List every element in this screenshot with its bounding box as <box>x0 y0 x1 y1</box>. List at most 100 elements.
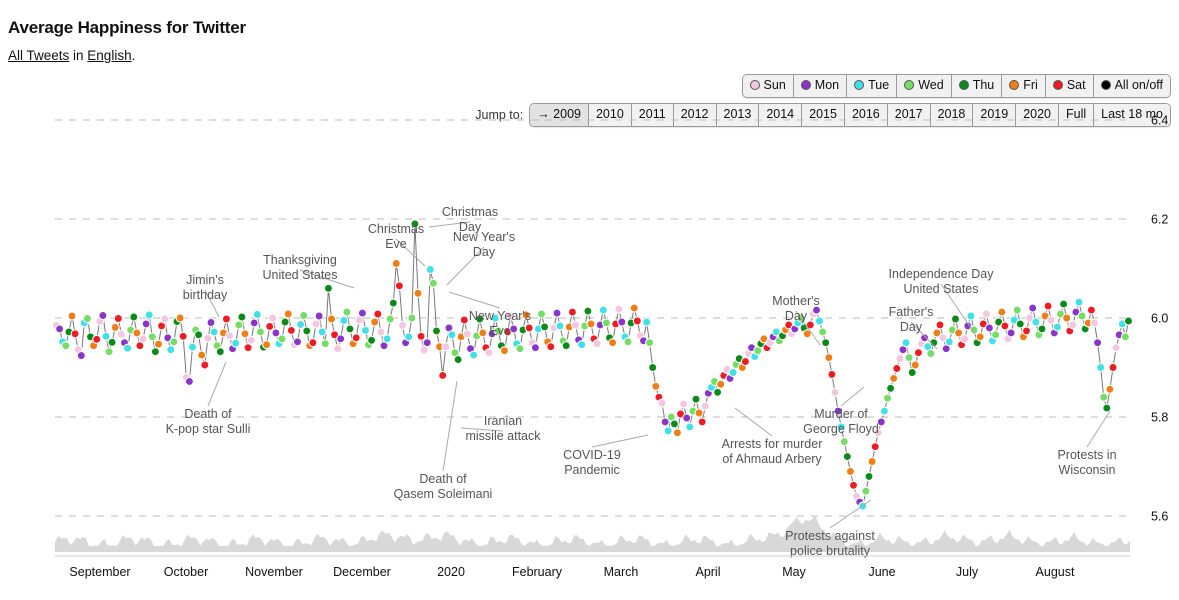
data-point[interactable] <box>614 304 624 314</box>
data-point[interactable] <box>382 334 392 344</box>
data-point[interactable] <box>280 317 290 327</box>
data-point[interactable] <box>540 322 550 332</box>
data-point[interactable] <box>255 327 265 337</box>
data-point[interactable] <box>1028 303 1038 313</box>
data-point[interactable] <box>221 314 231 324</box>
data-point[interactable] <box>926 349 936 359</box>
data-point[interactable] <box>960 334 970 344</box>
data-point[interactable] <box>648 362 658 373</box>
data-point[interactable] <box>234 320 244 330</box>
data-point[interactable] <box>842 452 852 462</box>
data-point[interactable] <box>570 320 581 330</box>
data-point[interactable] <box>277 334 287 344</box>
data-point[interactable] <box>913 348 923 358</box>
data-point[interactable] <box>144 310 154 320</box>
data-point[interactable] <box>153 339 164 349</box>
data-point[interactable] <box>240 329 250 339</box>
data-point[interactable] <box>224 331 235 341</box>
data-point[interactable] <box>1108 362 1118 373</box>
data-point[interactable] <box>1006 328 1016 338</box>
data-point[interactable] <box>166 345 176 355</box>
data-point[interactable] <box>608 338 618 348</box>
data-point[interactable] <box>138 334 148 344</box>
data-point[interactable] <box>265 321 275 331</box>
data-point[interactable] <box>262 340 272 350</box>
data-point[interactable] <box>657 398 667 408</box>
data-point[interactable] <box>92 334 102 344</box>
data-point[interactable] <box>577 340 587 350</box>
data-point[interactable] <box>178 331 188 341</box>
data-point[interactable] <box>509 324 519 334</box>
data-point[interactable] <box>672 428 682 438</box>
data-point[interactable] <box>586 319 596 329</box>
data-point[interactable] <box>669 419 679 429</box>
data-point[interactable] <box>376 327 386 337</box>
data-point[interactable] <box>249 318 259 328</box>
data-point[interactable] <box>991 330 1001 340</box>
data-point[interactable] <box>1046 315 1056 325</box>
data-point[interactable] <box>252 309 262 320</box>
data-point[interactable] <box>583 306 593 316</box>
data-point[interactable] <box>200 360 210 370</box>
data-point[interactable] <box>561 341 571 351</box>
data-point[interactable] <box>231 338 241 348</box>
data-point[interactable] <box>404 332 414 342</box>
data-point[interactable] <box>1012 305 1022 315</box>
data-point[interactable] <box>116 329 126 339</box>
data-point[interactable] <box>1074 297 1084 307</box>
data-point[interactable] <box>879 406 889 416</box>
data-point[interactable] <box>413 288 423 298</box>
data-point[interactable] <box>388 298 398 308</box>
data-point[interactable] <box>1089 318 1100 328</box>
data-point[interactable] <box>422 338 432 348</box>
data-point[interactable] <box>76 351 86 361</box>
data-point[interactable] <box>98 310 108 321</box>
data-point[interactable] <box>147 332 157 342</box>
happiness-timeseries-chart[interactable]: 6.4 6.2 6.0 5.8 5.6 Jimin's birthday Death of K-… <box>0 0 1179 600</box>
data-point[interactable] <box>110 322 120 332</box>
data-point[interactable] <box>478 328 488 338</box>
data-point[interactable] <box>598 305 608 315</box>
data-point[interactable] <box>515 344 525 354</box>
data-point[interactable] <box>870 442 880 452</box>
data-point[interactable] <box>1077 311 1087 321</box>
data-point[interactable] <box>129 312 139 322</box>
data-point[interactable] <box>314 311 324 321</box>
data-point[interactable] <box>459 315 469 325</box>
data-point[interactable] <box>694 408 704 418</box>
data-point[interactable] <box>555 321 565 331</box>
data-point[interactable] <box>187 342 198 352</box>
data-point[interactable] <box>821 338 831 348</box>
data-point[interactable] <box>679 399 689 409</box>
data-point[interactable] <box>82 313 92 324</box>
data-point[interactable] <box>642 317 652 327</box>
data-point[interactable] <box>592 339 602 349</box>
data-point[interactable] <box>419 345 429 355</box>
data-point[interactable] <box>907 367 917 378</box>
data-point[interactable] <box>357 308 367 318</box>
data-point[interactable] <box>416 331 426 341</box>
data-point[interactable] <box>629 303 639 313</box>
data-point[interactable] <box>394 281 404 291</box>
data-point[interactable] <box>892 363 902 374</box>
data-point[interactable] <box>1043 301 1053 311</box>
data-point[interactable] <box>700 401 710 411</box>
data-point[interactable] <box>713 387 723 397</box>
data-point[interactable] <box>950 314 961 324</box>
data-point[interactable] <box>425 264 435 275</box>
data-point[interactable] <box>1031 317 1041 327</box>
data-point[interactable] <box>685 422 695 432</box>
data-point[interactable] <box>367 335 377 345</box>
data-point[interactable] <box>546 342 556 352</box>
data-point[interactable] <box>385 314 395 324</box>
data-point[interactable] <box>296 319 306 329</box>
data-point[interactable] <box>160 314 170 324</box>
data-point[interactable] <box>283 309 293 319</box>
data-point[interactable] <box>203 333 213 343</box>
data-point[interactable] <box>1037 324 1047 334</box>
data-point[interactable] <box>441 342 451 352</box>
data-point[interactable] <box>345 324 355 334</box>
data-point[interactable] <box>339 315 349 326</box>
data-point[interactable] <box>1068 320 1078 330</box>
data-point[interactable] <box>336 334 346 344</box>
